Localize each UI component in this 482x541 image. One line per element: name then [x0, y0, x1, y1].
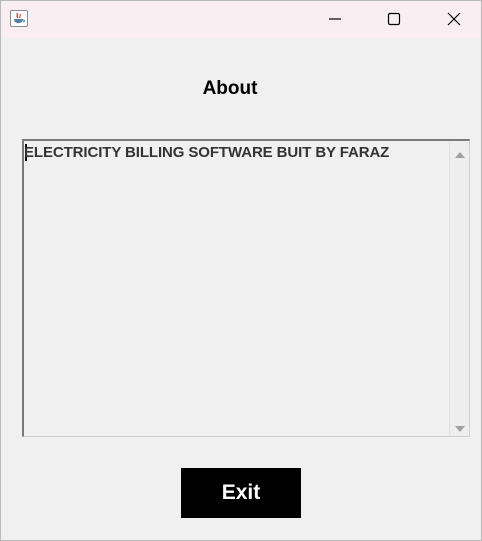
exit-button[interactable]: Exit: [181, 468, 301, 518]
minimize-icon: [329, 18, 341, 20]
minimize-button[interactable]: [312, 1, 358, 38]
maximize-button[interactable]: [371, 1, 417, 38]
close-button[interactable]: [431, 1, 477, 38]
page-title: About: [202, 78, 258, 99]
scroll-up-arrow-icon[interactable]: [454, 147, 466, 158]
maximize-icon: [387, 12, 401, 26]
title-bar[interactable]: [1, 1, 481, 38]
java-app-icon: [10, 10, 28, 27]
about-text-area[interactable]: ELECTRICITY BILLING SOFTWARE BUIT BY FAR…: [22, 139, 470, 437]
about-window: About ELECTRICITY BILLING SOFTWARE BUIT …: [0, 0, 482, 541]
vertical-scrollbar[interactable]: [449, 141, 469, 436]
scroll-down-arrow-icon[interactable]: [454, 421, 466, 432]
about-text: ELECTRICITY BILLING SOFTWARE BUIT BY FAR…: [24, 144, 390, 161]
close-icon: [447, 12, 461, 26]
